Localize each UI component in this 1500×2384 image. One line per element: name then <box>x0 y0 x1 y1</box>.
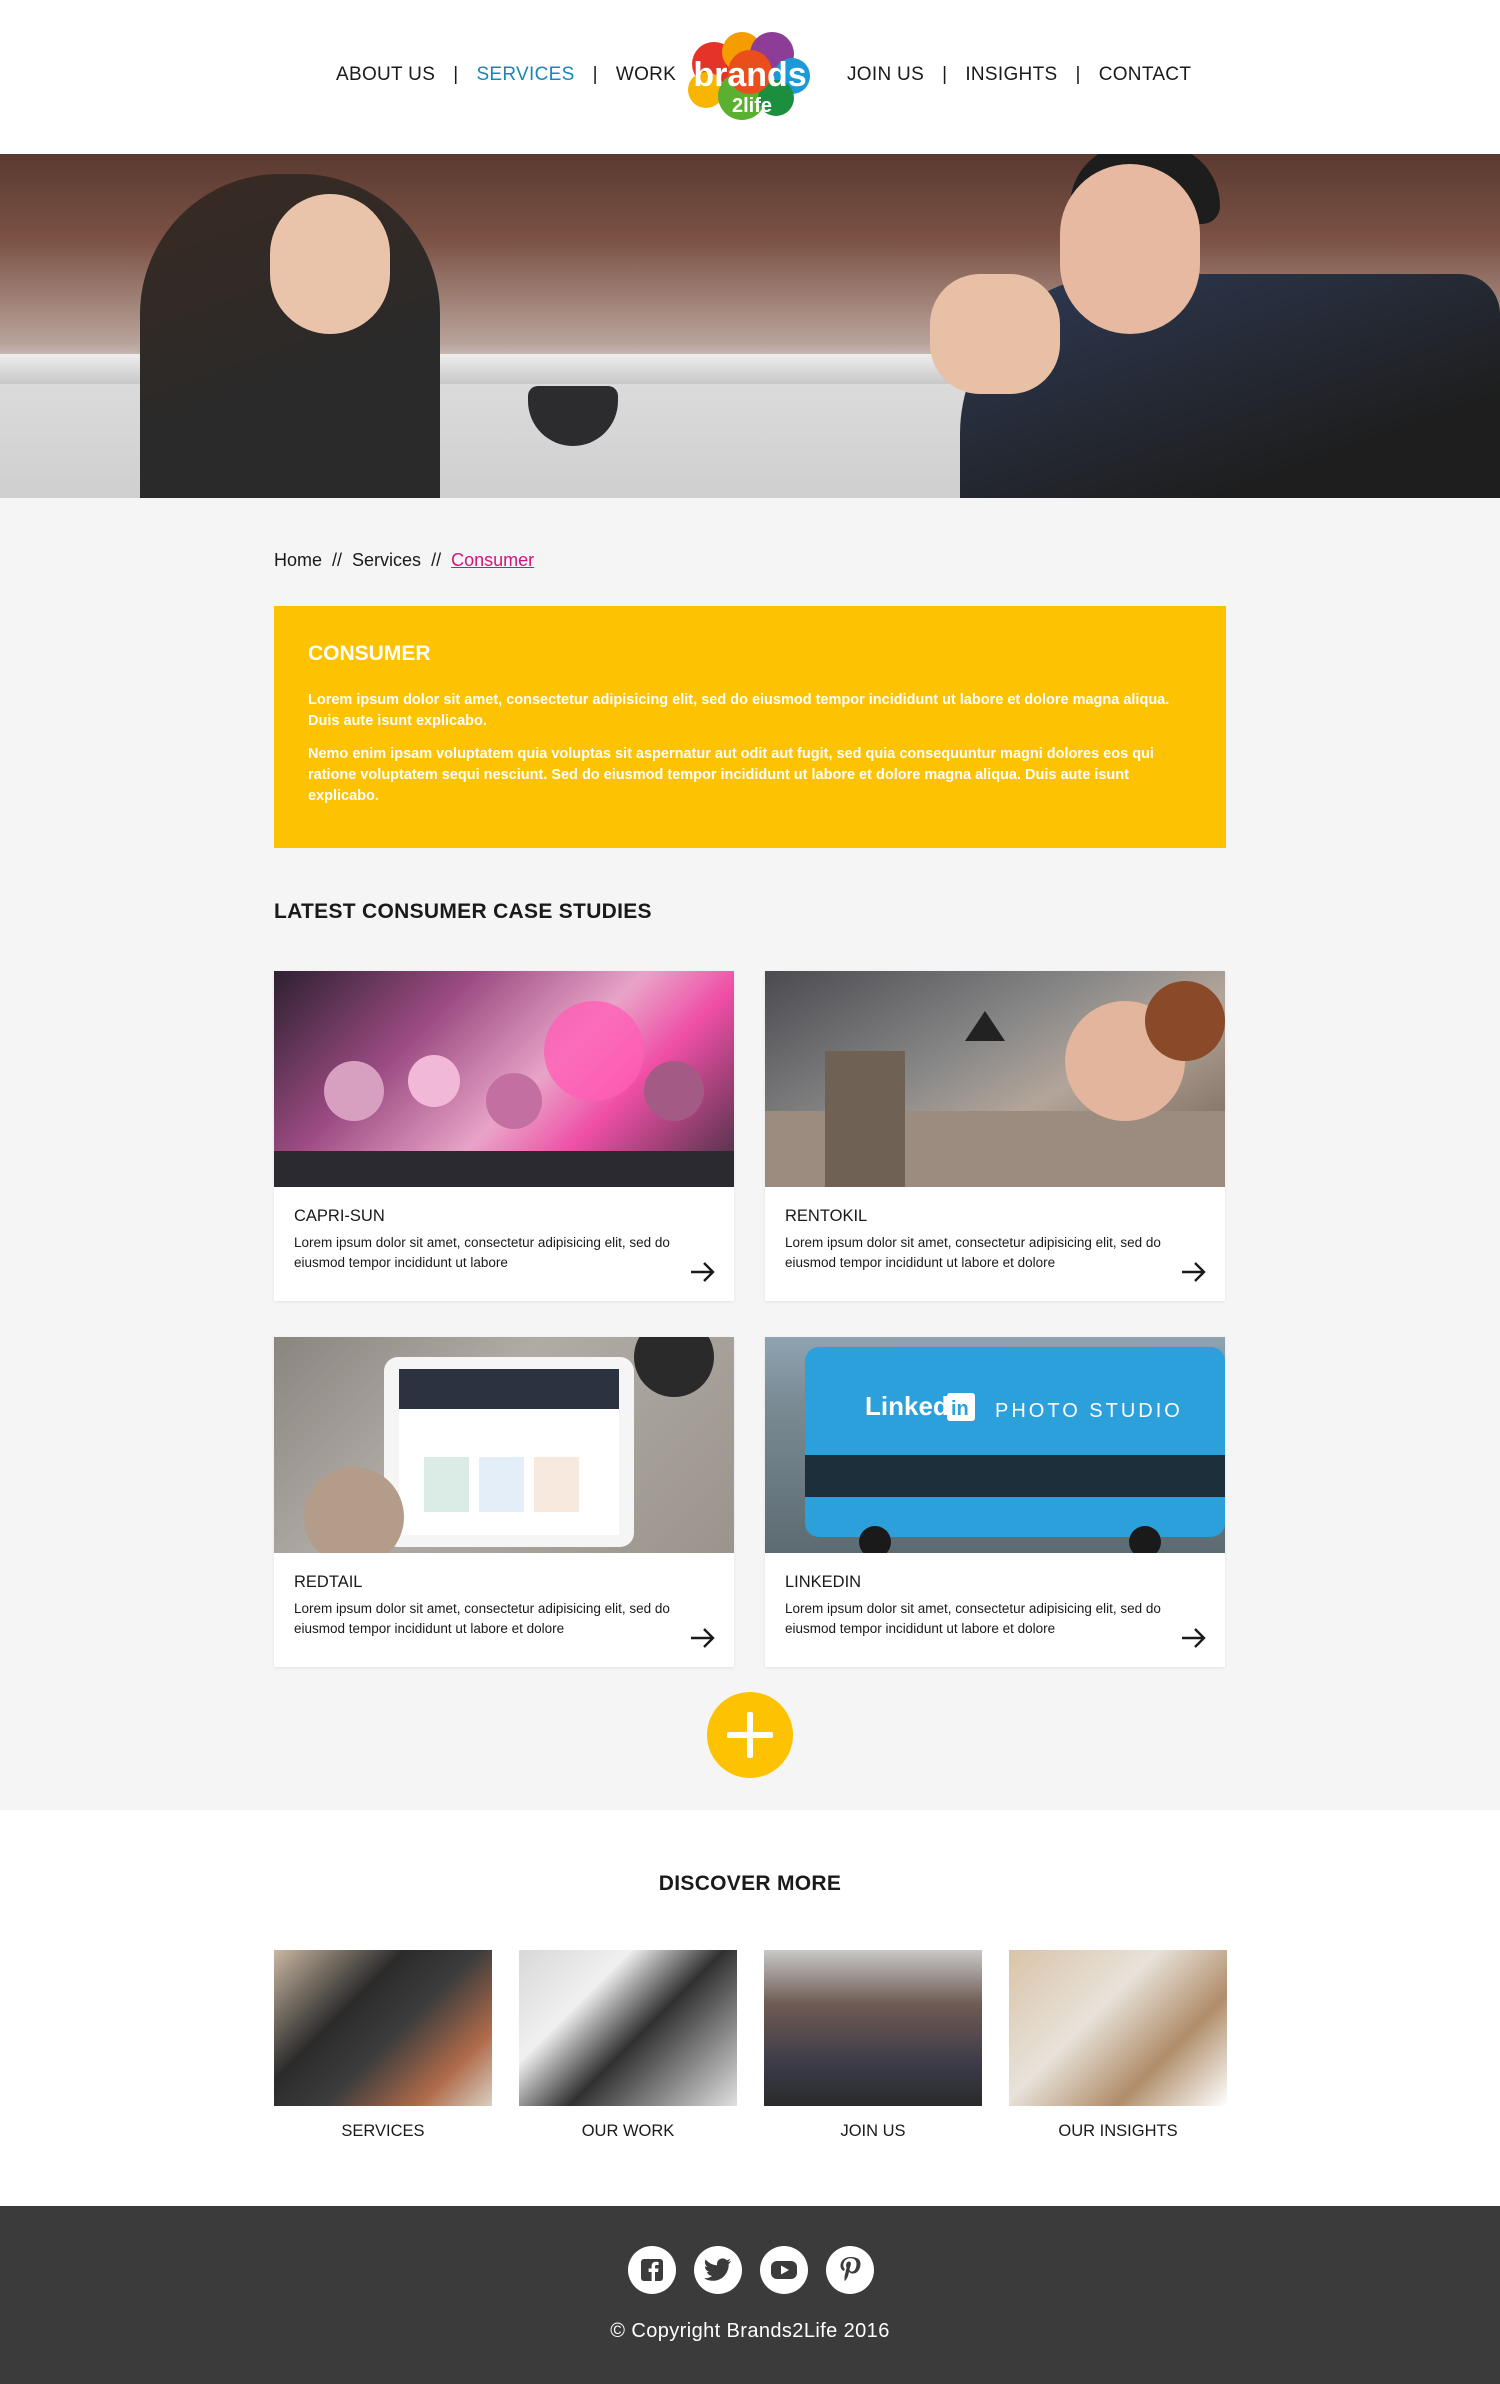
case-study-title: CAPRI-SUN <box>294 1207 385 1225</box>
pinterest-icon[interactable] <box>826 2246 874 2294</box>
facebook-icon[interactable] <box>628 2246 676 2294</box>
hero-man-face <box>1060 164 1200 334</box>
plus-icon <box>747 1712 753 1758</box>
case-studies-title: LATEST CONSUMER CASE STUDIES <box>274 900 652 923</box>
brands2life-logo[interactable]: brands 2life <box>680 28 820 128</box>
main-nav-right: JOIN US | INSIGHTS | CONTACT <box>847 64 1191 86</box>
breadcrumb-home[interactable]: Home <box>274 550 322 570</box>
case-study-desc: Lorem ipsum dolor sit amet, consectetur … <box>294 1601 670 1636</box>
hero-image <box>0 154 1500 498</box>
redtail-tablet-illustration <box>304 1337 714 1553</box>
breadcrumb-services[interactable]: Services <box>352 550 421 570</box>
load-more-button[interactable] <box>707 1692 793 1778</box>
nav-join-us[interactable]: JOIN US <box>847 64 924 86</box>
site-footer: © Copyright Brands2Life 2016 <box>0 2206 1500 2384</box>
nav-insights[interactable]: INSIGHTS <box>965 64 1057 86</box>
case-study-image: Linked in PHOTO STUDIO <box>765 1337 1225 1553</box>
nav-work[interactable]: WORK <box>616 64 676 86</box>
twitter-icon[interactable] <box>694 2246 742 2294</box>
page-title: CONSUMER <box>308 642 431 665</box>
discover-tile-join-us[interactable]: JOIN US <box>764 1950 982 2141</box>
discover-label: OUR WORK <box>581 2122 675 2140</box>
capri-sun-crowd-illustration <box>274 1001 734 1187</box>
case-study-desc: Lorem ipsum dolor sit amet, consectetur … <box>785 1601 1161 1636</box>
youtube-icon[interactable] <box>760 2246 808 2294</box>
hero-hands <box>930 274 1060 394</box>
case-study-card-rentokil[interactable]: RENTOKIL Lorem ipsum dolor sit amet, con… <box>765 971 1225 1301</box>
bus-photo-studio-text: PHOTO STUDIO <box>995 1400 1183 1422</box>
case-study-card-linkedin[interactable]: Linked in PHOTO STUDIO LINKEDIN Lorem ip… <box>765 1337 1225 1667</box>
nav-services[interactable]: SERVICES <box>476 64 574 86</box>
rentokil-woman-scorpion-illustration <box>765 981 1225 1187</box>
nav-contact[interactable]: CONTACT <box>1099 64 1192 86</box>
discover-label: JOIN US <box>840 2122 906 2140</box>
discover-image <box>764 1950 982 2106</box>
nav-separator: | <box>942 64 948 85</box>
case-study-title: REDTAIL <box>294 1573 363 1591</box>
case-study-desc: Lorem ipsum dolor sit amet, consectetur … <box>294 1235 670 1270</box>
arrow-right-icon[interactable] <box>690 1627 716 1649</box>
breadcrumb-current[interactable]: Consumer <box>451 550 534 570</box>
arrow-right-icon[interactable] <box>1181 1627 1207 1649</box>
case-study-title: LINKEDIN <box>785 1573 862 1591</box>
consumer-intro-box: CONSUMER Lorem ipsum dolor sit amet, con… <box>274 606 1226 848</box>
nav-separator: | <box>1075 64 1081 85</box>
discover-label: SERVICES <box>341 2122 425 2140</box>
main-nav-left: ABOUT US | SERVICES | WORK <box>336 64 676 86</box>
linkedin-bus-illustration: Linked in PHOTO STUDIO <box>805 1347 1225 1553</box>
intro-paragraph-2: Nemo enim ipsam voluptatem quia voluptas… <box>308 746 1154 804</box>
hero-woman-face <box>270 194 390 334</box>
logo-word: brands <box>693 56 806 94</box>
discover-image <box>274 1950 492 2106</box>
case-study-image <box>765 971 1225 1187</box>
intro-paragraph-1: Lorem ipsum dolor sit amet, consectetur … <box>308 692 1170 729</box>
case-study-card-capri-sun[interactable]: CAPRI-SUN Lorem ipsum dolor sit amet, co… <box>274 971 734 1301</box>
arrow-right-icon[interactable] <box>690 1261 716 1283</box>
nav-separator: | <box>453 64 459 85</box>
breadcrumb: Home // Services // Consumer <box>274 550 534 571</box>
arrow-right-icon[interactable] <box>1181 1261 1207 1283</box>
case-study-desc: Lorem ipsum dolor sit amet, consectetur … <box>785 1235 1161 1270</box>
discover-image <box>1009 1950 1227 2106</box>
bus-in-text: in <box>951 1398 969 1420</box>
discover-more-section: DISCOVER MORE SERVICES OUR WORK JOIN US … <box>0 1810 1500 2206</box>
breadcrumb-separator: // <box>332 550 343 570</box>
bus-linkedin-text: Linked <box>865 1391 949 1421</box>
nav-about-us[interactable]: ABOUT US <box>336 64 435 86</box>
discover-image <box>519 1950 737 2106</box>
case-study-title: RENTOKIL <box>785 1207 868 1225</box>
discover-tile-our-work[interactable]: OUR WORK <box>519 1950 737 2141</box>
social-links <box>628 2246 892 2294</box>
case-study-image <box>274 971 734 1187</box>
discover-tile-services[interactable]: SERVICES <box>274 1950 492 2141</box>
breadcrumb-separator: // <box>431 550 442 570</box>
nav-separator: | <box>592 64 598 85</box>
logo-sub: 2life <box>732 95 772 117</box>
case-study-image <box>274 1337 734 1553</box>
discover-more-title: DISCOVER MORE <box>658 1872 842 1895</box>
hero-cup <box>528 386 618 446</box>
discover-tile-our-insights[interactable]: OUR INSIGHTS <box>1009 1950 1227 2141</box>
discover-label: OUR INSIGHTS <box>1058 2122 1178 2140</box>
site-header: ABOUT US | SERVICES | WORK brands 2life … <box>0 0 1500 154</box>
case-study-card-redtail[interactable]: REDTAIL Lorem ipsum dolor sit amet, cons… <box>274 1337 734 1667</box>
copyright-text: © Copyright Brands2Life 2016 <box>610 2320 890 2342</box>
